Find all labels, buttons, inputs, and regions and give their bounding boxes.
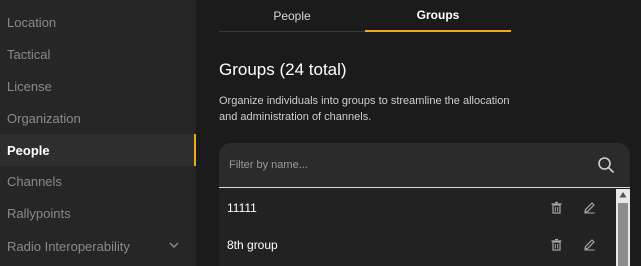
sidebar-item-label: Rallypoints [7, 205, 71, 221]
sidebar-item-license[interactable]: License [0, 70, 196, 102]
sidebar-item-label: Location [7, 14, 57, 30]
page-title: Groups (24 total) [219, 60, 347, 79]
sidebar-item-channels[interactable]: Channels [0, 165, 196, 197]
scrollbar[interactable] [616, 189, 630, 266]
sidebar-item-label: Channels [7, 173, 62, 189]
main-content: People Groups Groups (24 total) Organize… [196, 0, 641, 266]
sidebar: Location Tactical License Organization P… [0, 0, 196, 266]
group-name: 8th group [227, 237, 278, 252]
search-icon[interactable] [597, 156, 615, 174]
tab-label: Groups [416, 8, 460, 22]
tab-people[interactable]: People [219, 0, 365, 32]
page-description: Organize individuals into groups to stre… [219, 95, 510, 123]
sidebar-item-label: License [7, 78, 52, 94]
chevron-down-icon[interactable] [168, 239, 180, 251]
tab-groups[interactable]: Groups [365, 0, 511, 32]
filter-bar [219, 143, 630, 188]
table-row[interactable]: 8th group [219, 226, 614, 263]
groups-panel: 11111 8th group [219, 143, 630, 266]
scroll-up-arrow-icon[interactable] [619, 191, 627, 199]
group-name: 11111 [227, 200, 257, 215]
trash-icon[interactable] [550, 201, 563, 214]
sidebar-item-label: Radio Interoperability [7, 238, 130, 254]
sidebar-item-radio-interoperability[interactable]: Radio Interoperability [0, 230, 196, 262]
scrollbar-thumb[interactable] [618, 203, 628, 266]
filter-input[interactable] [229, 155, 569, 175]
pencil-icon[interactable] [583, 201, 596, 214]
tab-bar: People Groups [219, 0, 511, 32]
sidebar-item-tactical[interactable]: Tactical [0, 38, 196, 70]
sidebar-item-label: People [7, 142, 50, 158]
sidebar-item-label: Tactical [7, 46, 51, 62]
sidebar-item-label: Organization [7, 110, 81, 126]
trash-icon[interactable] [550, 238, 563, 251]
sidebar-item-location[interactable]: Location [0, 6, 196, 38]
sidebar-item-organization[interactable]: Organization [0, 102, 196, 134]
sidebar-item-people[interactable]: People [0, 134, 196, 166]
pencil-icon[interactable] [583, 238, 596, 251]
table-row[interactable]: 11111 [219, 189, 614, 226]
sidebar-item-rallypoints[interactable]: Rallypoints [0, 197, 196, 229]
tab-label: People [273, 9, 311, 23]
